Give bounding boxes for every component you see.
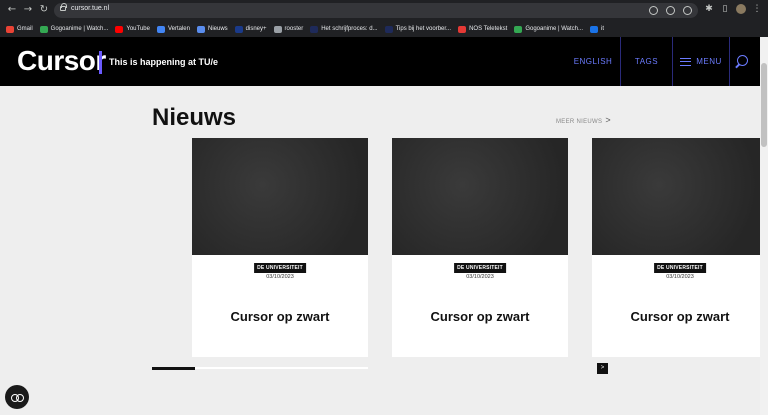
bookmark-gmail[interactable]: Gmail	[6, 25, 33, 33]
side-panel-icon[interactable]: ▯	[720, 4, 730, 14]
link-icon	[11, 393, 24, 402]
nav-tags-link[interactable]: TAGS	[621, 37, 672, 86]
forward-arrow-icon[interactable]: →	[22, 4, 34, 16]
bookmark-rooster[interactable]: rooster	[273, 25, 303, 33]
bookmarks-bar: Gmail Gogoanime | Watch... YouTube Verta…	[0, 21, 768, 37]
google-lens-icon[interactable]	[649, 6, 658, 15]
bookmark-youtube[interactable]: YouTube	[115, 25, 150, 33]
profile-avatar[interactable]	[736, 4, 746, 14]
card-date: 03/10/2023	[266, 274, 294, 280]
it-favicon-icon	[590, 25, 599, 33]
youtube-favicon-icon	[115, 25, 124, 33]
bookmark-disney[interactable]: disney+	[234, 25, 267, 33]
news-card[interactable]: DE UNIVERSITEIT 03/10/2023 Cursor op zwa…	[192, 138, 368, 357]
bookmark-gogoanime-2[interactable]: Gogoanime | Watch...	[514, 25, 583, 33]
category-badge[interactable]: DE UNIVERSITEIT	[254, 263, 306, 273]
site-logo[interactable]: Cursor	[17, 45, 106, 77]
carousel-next-button[interactable]: >	[597, 363, 608, 374]
page-scrollbar[interactable]	[760, 37, 768, 415]
address-bar[interactable]: cursor.tue.nl	[54, 3, 698, 18]
chevron-right-icon: >	[605, 115, 611, 125]
card-image[interactable]	[392, 138, 568, 255]
browser-toolbar: ← → ↻ cursor.tue.nl ✱ ▯ ⋮	[0, 0, 768, 21]
extensions-icon[interactable]: ✱	[704, 4, 714, 14]
category-badge[interactable]: DE UNIVERSITEIT	[654, 263, 706, 273]
nav-menu-button[interactable]: MENU	[673, 37, 729, 86]
category-badge[interactable]: DE UNIVERSITEIT	[454, 263, 506, 273]
translate-favicon-icon	[156, 25, 165, 33]
lock-icon[interactable]	[60, 3, 67, 11]
card-image[interactable]	[192, 138, 368, 255]
scrollbar-thumb[interactable]	[761, 63, 767, 147]
site-header: Cursor This is happening at TU/e ENGLISH…	[0, 37, 760, 86]
carousel-progress	[152, 366, 368, 370]
carousel-progress-fill	[152, 366, 196, 370]
news-card[interactable]: DE UNIVERSITEIT 03/10/2023 Cursor op zwa…	[392, 138, 568, 357]
more-news-link[interactable]: MEER NIEUWS >	[556, 115, 611, 125]
card-title[interactable]: Cursor op zwart	[392, 309, 568, 324]
kebab-menu-icon[interactable]: ⋮	[752, 4, 762, 14]
bookmark-tips[interactable]: Tips bij het voorber...	[384, 25, 451, 33]
reload-icon[interactable]: ↻	[38, 4, 50, 16]
nav-divider	[729, 37, 730, 86]
section-title: Nieuws	[152, 104, 237, 131]
nav-english-link[interactable]: ENGLISH	[566, 37, 620, 86]
logo-accent-bar	[99, 51, 102, 74]
bookmark-nieuws[interactable]: Nieuws	[196, 25, 228, 33]
url-text[interactable]: cursor.tue.nl	[71, 5, 109, 12]
disney-favicon-icon	[234, 25, 243, 33]
globe-favicon-icon	[273, 25, 282, 33]
bookmark-nos-teletekst[interactable]: NOS Teletekst	[458, 25, 507, 33]
card-image[interactable]	[592, 138, 760, 255]
bookmark-schrijfproces[interactable]: Het schrijfproces: d...	[310, 25, 378, 33]
card-title[interactable]: Cursor op zwart	[192, 309, 368, 324]
gogoanime-favicon-icon	[514, 25, 523, 33]
search-icon[interactable]	[737, 55, 748, 66]
share-icon[interactable]	[666, 6, 675, 15]
site-favicon-icon	[384, 25, 393, 33]
gogoanime-favicon-icon	[39, 25, 48, 33]
bookmark-it[interactable]: it	[590, 25, 604, 33]
bookmark-gogoanime[interactable]: Gogoanime | Watch...	[39, 25, 108, 33]
gmail-favicon-icon	[6, 25, 14, 33]
bookmark-vertalen[interactable]: Vertalen	[156, 25, 190, 33]
bookmark-star-icon[interactable]	[683, 6, 692, 15]
floating-action-button[interactable]	[5, 385, 29, 409]
site-favicon-icon	[310, 25, 319, 33]
back-arrow-icon[interactable]: ←	[6, 4, 18, 16]
card-date: 03/10/2023	[466, 274, 494, 280]
nos-favicon-icon	[458, 25, 467, 33]
site-tagline: This is happening at TU/e	[109, 57, 219, 67]
card-date: 03/10/2023	[666, 274, 694, 280]
news-card[interactable]: DE UNIVERSITEIT 03/10/2023 Cursor op zwa…	[592, 138, 760, 357]
hamburger-icon	[680, 57, 692, 66]
card-title[interactable]: Cursor op zwart	[592, 309, 768, 324]
news-favicon-icon	[196, 25, 205, 33]
